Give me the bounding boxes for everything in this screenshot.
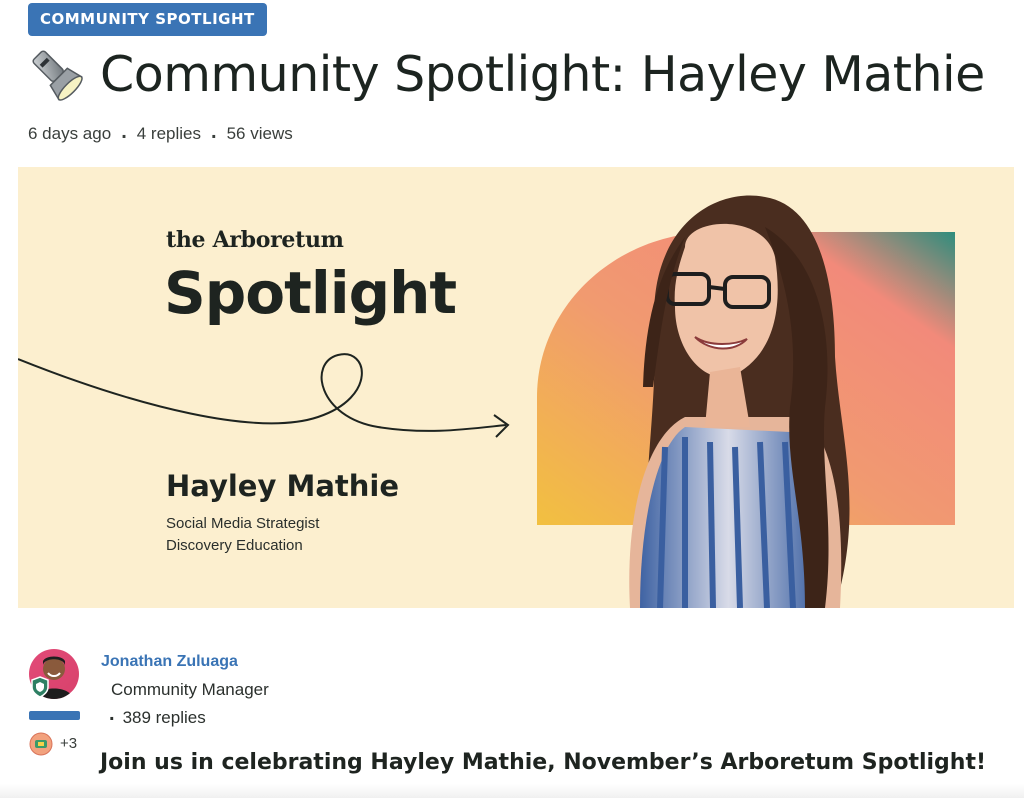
author-role: Community Manager bbox=[111, 680, 269, 699]
extra-badges-count[interactable]: +3 bbox=[60, 735, 77, 752]
separator-dot: . bbox=[109, 703, 115, 725]
category-badge[interactable]: COMMUNITY SPOTLIGHT bbox=[28, 3, 267, 36]
view-count: 56 views bbox=[226, 124, 293, 143]
reply-count: 4 replies bbox=[136, 124, 202, 143]
achievement-badge-icon[interactable] bbox=[29, 732, 53, 756]
moderator-shield-icon bbox=[31, 676, 49, 698]
portrait-image bbox=[537, 195, 955, 608]
post-age: 6 days ago bbox=[28, 124, 112, 143]
rank-bar bbox=[29, 711, 80, 720]
author-replies-text: 389 replies bbox=[122, 707, 206, 727]
bottom-fade bbox=[0, 784, 1024, 798]
post-meta: 6 days ago . 4 replies . 56 views bbox=[28, 121, 293, 144]
flashlight-icon bbox=[32, 50, 83, 101]
author-name-link[interactable]: Jonathan Zuluaga bbox=[101, 653, 238, 671]
spotlight-company: Discovery Education bbox=[166, 537, 303, 554]
curly-arrow-icon bbox=[18, 353, 510, 438]
separator-dot: . bbox=[211, 121, 217, 143]
spotlight-role: Social Media Strategist bbox=[166, 515, 320, 532]
separator-dot: . bbox=[121, 121, 127, 143]
page-title: Community Spotlight: Hayley Mathie bbox=[100, 45, 985, 103]
spotlight-banner: the Arboretum Spotlight Hayley Mathie So… bbox=[18, 167, 1014, 608]
banner-heading: Spotlight bbox=[164, 259, 457, 327]
banner-brand: the Arboretum bbox=[166, 227, 344, 253]
post-title-row: Community Spotlight: Hayley Mathie bbox=[26, 44, 985, 104]
post-lead-text: Join us in celebrating Hayley Mathie, No… bbox=[100, 750, 987, 775]
spotlight-name: Hayley Mathie bbox=[166, 469, 400, 503]
author-reply-count: . 389 replies bbox=[109, 703, 206, 729]
